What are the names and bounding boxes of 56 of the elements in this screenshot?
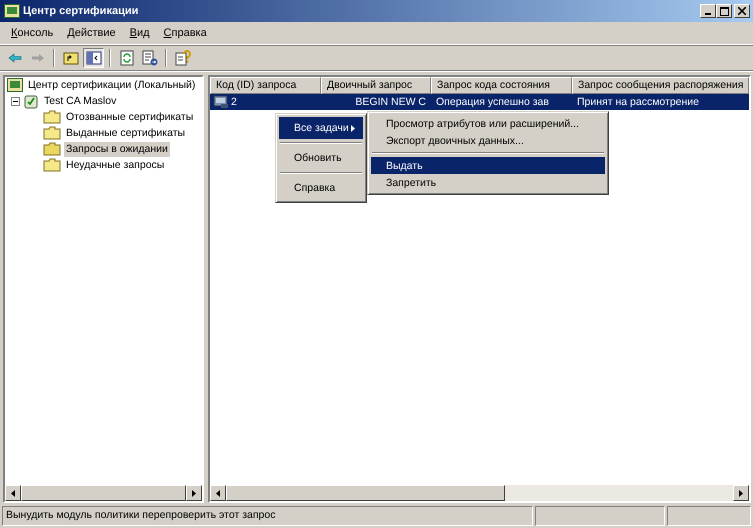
menu-item[interactable]: Выдать [371,157,605,174]
help-icon [174,50,190,66]
tree-item[interactable]: Выданные сертификаты [64,126,188,140]
table-cell: BEGIN NEW C [355,96,426,108]
certificate-icon [4,4,20,18]
menu-item[interactable]: Справка [156,27,214,39]
back-arrow-icon [8,53,22,63]
forward-arrow-icon [30,53,44,63]
table-cell: Операция успешно зав [436,96,549,108]
server-check-icon [23,93,39,109]
panes-icon [86,51,102,65]
refresh-icon [120,50,134,66]
column-header[interactable]: Код (ID) запроса [210,77,321,94]
tree-item[interactable]: Запросы в ожидании [64,142,170,156]
right-arrow-icon [739,490,744,496]
menu-item[interactable]: Экспорт двоичных данных... [371,132,605,149]
table-row[interactable]: 2 BEGIN NEW C Операция успешно зав Принят на рассмотрение [210,94,750,110]
menu-item[interactable]: Запретить [371,174,605,191]
tree-item[interactable]: Неудачные запросы [64,158,166,172]
left-arrow-icon [11,490,15,496]
column-header[interactable]: Запрос сообщения распоряжения [572,77,750,94]
tree-item[interactable]: Test CA Maslov [42,94,118,108]
column-header[interactable]: Запрос кода состояния [431,77,572,94]
folder-up-icon [62,51,78,65]
menu-item[interactable]: Обновить [279,147,363,169]
menu-item[interactable]: Просмотр атрибутов или расширений... [371,115,605,132]
menu-item[interactable]: Справка [279,177,363,199]
horizontal-scrollbar[interactable] [5,485,202,501]
right-arrow-icon [192,490,196,496]
folder-icon [43,126,61,140]
close-button[interactable] [734,4,750,18]
request-icon [213,95,229,109]
close-icon [738,7,746,15]
menu-item[interactable]: Консоль [4,27,60,39]
tree-item[interactable]: Отозванные сертификаты [64,110,196,124]
tree-item[interactable]: Центр сертификации (Локальный) [26,78,198,92]
folder-icon [43,110,61,124]
menu-item[interactable]: Вид [122,27,157,39]
left-arrow-icon [216,490,220,496]
status-text: Вынудить модуль политики перепроверить этот запрос [2,506,533,526]
export-list-icon [142,50,158,66]
minimize-button[interactable] [700,4,716,18]
menu-item[interactable]: Действие [60,27,123,39]
maximize-button[interactable] [716,4,732,18]
folder-icon [43,158,61,172]
table-cell: Принят на рассмотрение [577,96,700,108]
table-cell: 2 [231,96,237,108]
certificate-authority-icon [7,78,23,92]
window-title: Центр сертификации [23,5,140,17]
column-header[interactable]: Двоичный запрос [321,77,431,94]
maximize-icon [720,6,728,16]
horizontal-scrollbar[interactable] [210,485,750,501]
folder-icon [43,142,61,156]
menu-item[interactable]: Все задачи [279,117,363,139]
collapse-icon[interactable] [11,96,20,106]
tree-toggle-button[interactable] [83,48,104,68]
